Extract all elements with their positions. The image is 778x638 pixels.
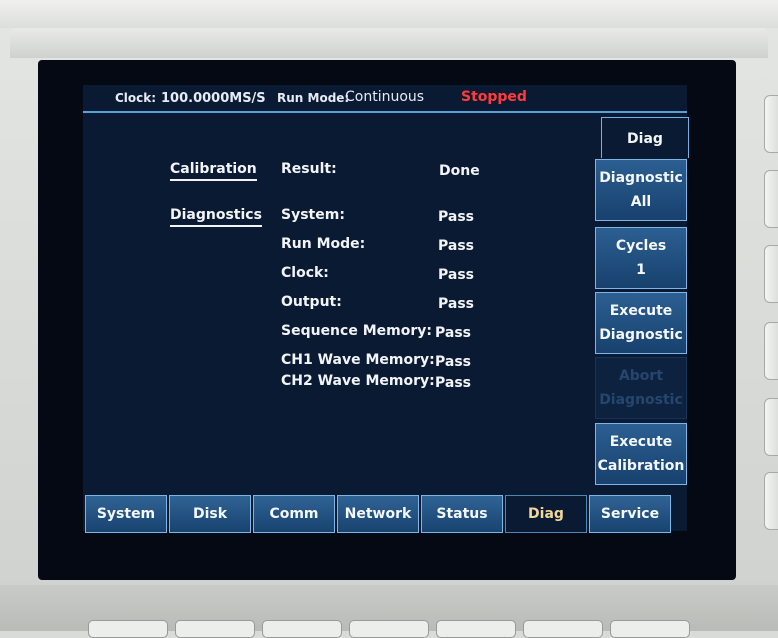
diagnostic-all-button[interactable]: Diagnostic All xyxy=(595,159,687,221)
diag-item-label: System: xyxy=(281,207,345,223)
diag-item-label: Run Mode: xyxy=(281,236,366,252)
button-line-1: Cycles xyxy=(615,238,667,254)
tab-network[interactable]: Network xyxy=(337,495,419,533)
status-bar: Clock: 100.0000MS/S Run Mode: Continuous… xyxy=(83,85,687,113)
bezel-side-button-6[interactable] xyxy=(764,472,778,530)
bezel-bottom-key-1[interactable] xyxy=(88,620,168,638)
diag-item-value: Pass xyxy=(435,325,471,341)
side-menu: Diag Diagnostic All Cycles 1 Execute Dia… xyxy=(595,117,689,490)
bezel-bottom-key-5[interactable] xyxy=(436,620,516,638)
cycles-button[interactable]: Cycles 1 xyxy=(595,227,687,289)
calibration-header: Calibration xyxy=(170,161,257,181)
diagnostics-header: Diagnostics xyxy=(170,207,262,227)
bezel-side-button-2[interactable] xyxy=(764,170,778,228)
diag-item-value: Pass xyxy=(438,209,474,225)
button-line-2: All xyxy=(630,194,652,210)
diag-item-value: Pass xyxy=(438,267,474,283)
bezel-side-button-3[interactable] xyxy=(764,245,778,303)
tab-service[interactable]: Service xyxy=(589,495,671,533)
instrument-screen: Clock: 100.0000MS/S Run Mode: Continuous… xyxy=(38,60,736,580)
tab-status[interactable]: Status xyxy=(421,495,503,533)
bezel-bottom-key-2[interactable] xyxy=(175,620,255,638)
bezel-top xyxy=(0,0,778,28)
diag-results-panel: Calibration Result: Done Diagnostics Sys… xyxy=(83,113,601,483)
diag-item-value: Pass xyxy=(438,296,474,312)
bezel-lip xyxy=(10,28,768,58)
diag-item-value: Pass xyxy=(435,354,471,370)
clock-label: Clock: xyxy=(115,91,157,105)
calibration-result-label: Result: xyxy=(281,161,337,177)
bezel-side-button-1[interactable] xyxy=(764,95,778,153)
tab-system[interactable]: System xyxy=(85,495,167,533)
button-line-2: 1 xyxy=(636,262,646,278)
diag-item-label: Sequence Memory: xyxy=(281,323,432,339)
button-line-1: Execute xyxy=(609,434,673,450)
bottom-tab-bar: System Disk Comm Network Status Diag Ser… xyxy=(85,495,673,533)
tab-disk[interactable]: Disk xyxy=(169,495,251,533)
button-line-1: Abort xyxy=(618,368,664,384)
execute-diagnostic-button[interactable]: Execute Diagnostic xyxy=(595,292,687,354)
run-state-indicator: Stopped xyxy=(461,89,527,105)
clock-value: 100.0000MS/S xyxy=(161,91,266,106)
abort-diagnostic-button: Abort Diagnostic xyxy=(595,357,687,419)
button-line-1: Execute xyxy=(609,303,673,319)
side-menu-title: Diag xyxy=(601,117,689,158)
lcd-display: Clock: 100.0000MS/S Run Mode: Continuous… xyxy=(83,85,689,533)
run-mode-label: Run Mode: xyxy=(277,91,350,105)
bezel-side-button-5[interactable] xyxy=(764,398,778,456)
bezel-side-button-4[interactable] xyxy=(764,322,778,380)
bezel-bottom-key-4[interactable] xyxy=(349,620,429,638)
button-line-2: Diagnostic xyxy=(599,327,683,343)
tab-comm[interactable]: Comm xyxy=(253,495,335,533)
calibration-result-value: Done xyxy=(439,163,480,179)
diag-item-label: CH1 Wave Memory: xyxy=(281,352,435,368)
execute-calibration-button[interactable]: Execute Calibration xyxy=(595,423,687,485)
bezel-bottom-key-3[interactable] xyxy=(262,620,342,638)
run-mode-value: Continuous xyxy=(345,89,425,105)
tab-diag[interactable]: Diag xyxy=(505,495,587,533)
button-line-2: Diagnostic xyxy=(599,392,683,408)
diag-item-label: Output: xyxy=(281,294,342,310)
bezel-bottom-key-6[interactable] xyxy=(523,620,603,638)
diag-item-label: CH2 Wave Memory: xyxy=(281,373,435,389)
diag-item-label: Clock: xyxy=(281,265,329,281)
button-line-1: Diagnostic xyxy=(599,170,683,186)
diag-item-value: Pass xyxy=(438,238,474,254)
button-line-2: Calibration xyxy=(597,458,685,474)
diag-item-value: Pass xyxy=(435,375,471,391)
bezel-bottom-key-7[interactable] xyxy=(610,620,690,638)
